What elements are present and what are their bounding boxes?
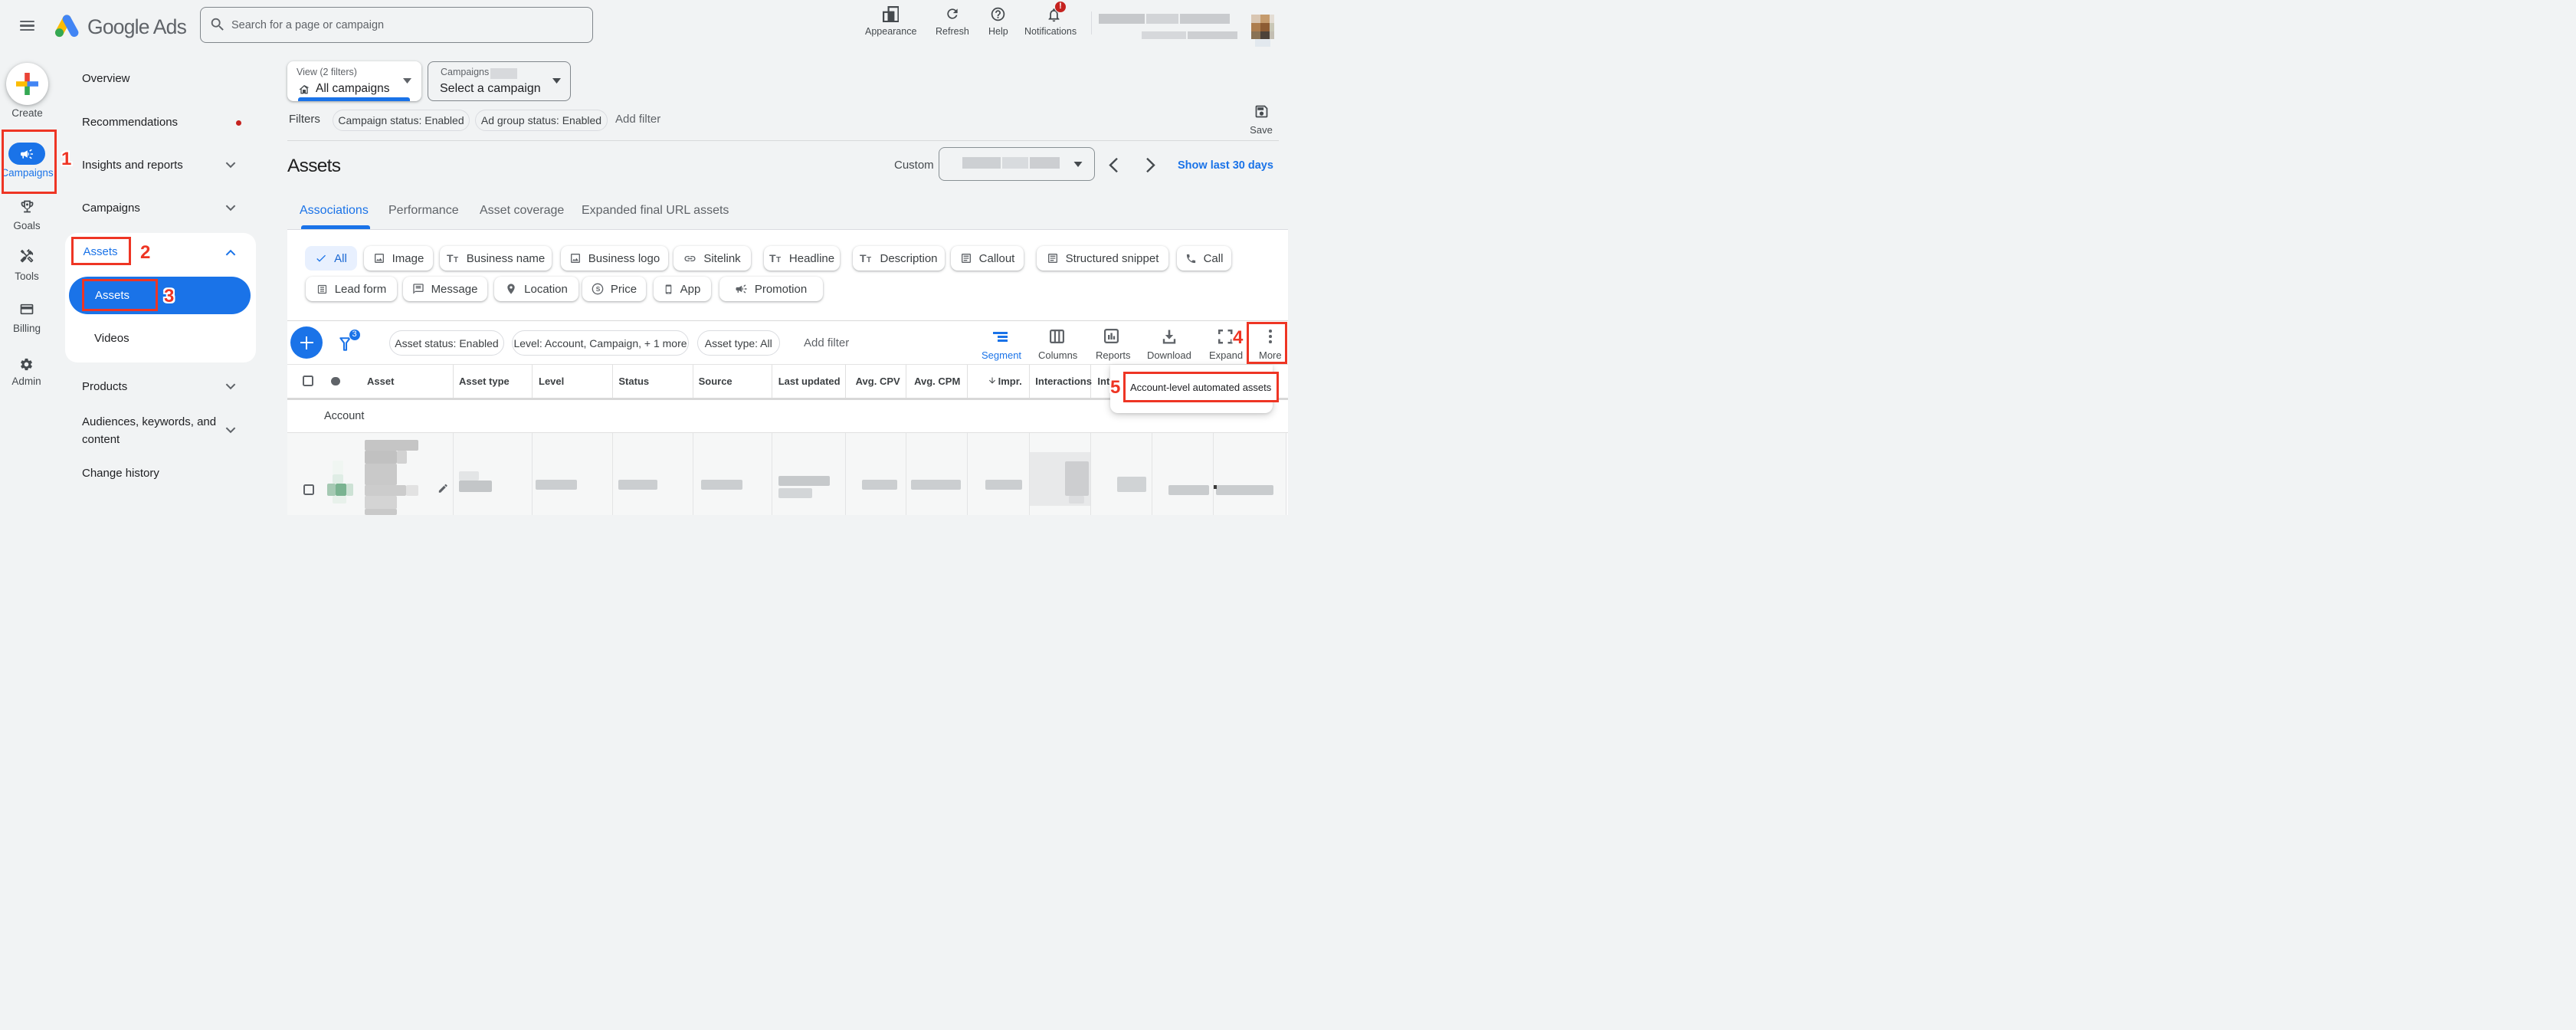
svg-text:T: T — [860, 253, 867, 264]
svg-text:T: T — [447, 253, 454, 264]
svg-text:S: S — [596, 285, 601, 293]
svg-text:T: T — [454, 256, 458, 264]
svg-text:T: T — [776, 256, 781, 264]
svg-text:T: T — [867, 256, 871, 264]
svg-text:T: T — [769, 253, 776, 264]
